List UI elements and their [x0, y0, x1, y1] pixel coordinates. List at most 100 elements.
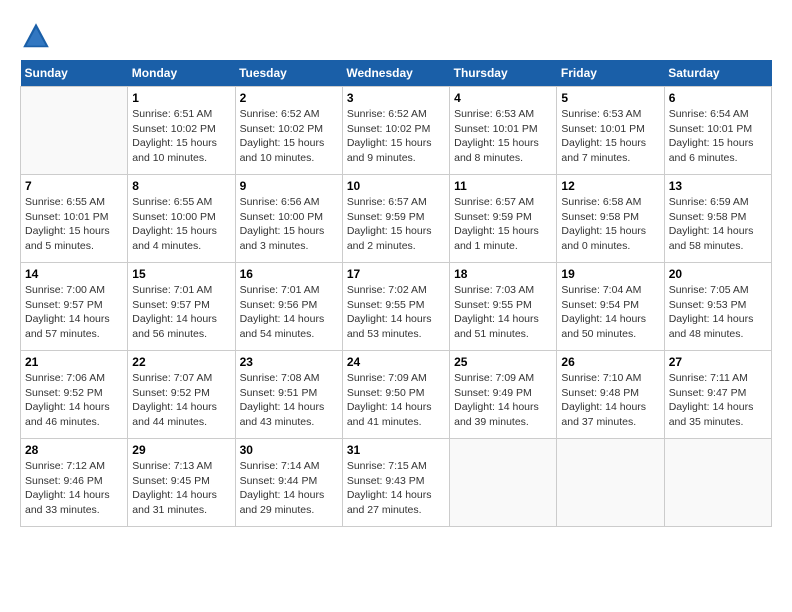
calendar-cell: [557, 439, 664, 527]
weekday-header: Wednesday: [342, 60, 449, 87]
weekday-header: Friday: [557, 60, 664, 87]
day-number: 10: [347, 179, 445, 193]
calendar-cell: 21Sunrise: 7:06 AMSunset: 9:52 PMDayligh…: [21, 351, 128, 439]
weekday-header-row: SundayMondayTuesdayWednesdayThursdayFrid…: [21, 60, 772, 87]
calendar-cell: 29 Sunrise: 7:13 AMSunset: 9:45 PMDayligh…: [128, 439, 235, 527]
calendar-cell: [664, 439, 771, 527]
day-info: Sunrise: 6:59 AMSunset: 9:58 PMDaylight:…: [669, 195, 767, 254]
calendar-cell: 23 Sunrise: 7:08 AMSunset: 9:51 PMDayligh…: [235, 351, 342, 439]
day-number: 15: [132, 267, 230, 281]
day-number: 12: [561, 179, 659, 193]
calendar-cell: 8Sunrise: 6:55 AMSunset: 10:00 PMDayligh…: [128, 175, 235, 263]
calendar-cell: 25 Sunrise: 7:09 AMSunset: 9:49 PMDayligh…: [450, 351, 557, 439]
weekday-header: Monday: [128, 60, 235, 87]
day-info: Sunrise: 7:01 AMSunset: 9:57 PMDaylight:…: [132, 283, 230, 342]
day-info: Sunrise: 6:53 AMSunset: 10:01 PMDaylight…: [561, 107, 659, 166]
logo: [20, 20, 56, 52]
calendar-cell: 15 Sunrise: 7:01 AMSunset: 9:57 PMDayligh…: [128, 263, 235, 351]
logo-icon: [20, 20, 52, 52]
calendar-cell: 12 Sunrise: 6:58 AMSunset: 9:58 PMDayligh…: [557, 175, 664, 263]
calendar-cell: 11 Sunrise: 6:57 AMSunset: 9:59 PMDayligh…: [450, 175, 557, 263]
day-info: Sunrise: 6:57 AMSunset: 9:59 PMDaylight:…: [454, 195, 552, 254]
day-number: 29: [132, 443, 230, 457]
day-info: Sunrise: 6:53 AMSunset: 10:01 PMDaylight…: [454, 107, 552, 166]
day-number: 9: [240, 179, 338, 193]
day-number: 23: [240, 355, 338, 369]
day-number: 2: [240, 91, 338, 105]
calendar-cell: 3Sunrise: 6:52 AMSunset: 10:02 PMDayligh…: [342, 87, 449, 175]
calendar-cell: 6Sunrise: 6:54 AMSunset: 10:01 PMDayligh…: [664, 87, 771, 175]
day-info: Sunrise: 7:11 AMSunset: 9:47 PMDaylight:…: [669, 371, 767, 430]
calendar-cell: 19 Sunrise: 7:04 AMSunset: 9:54 PMDayligh…: [557, 263, 664, 351]
day-number: 18: [454, 267, 552, 281]
day-info: Sunrise: 6:52 AMSunset: 10:02 PMDaylight…: [347, 107, 445, 166]
day-info: Sunrise: 7:02 AMSunset: 9:55 PMDaylight:…: [347, 283, 445, 342]
calendar-cell: 1 Sunrise: 6:51 AMSunset: 10:02 PMDayligh…: [128, 87, 235, 175]
calendar-table: SundayMondayTuesdayWednesdayThursdayFrid…: [20, 60, 772, 527]
day-number: 7: [25, 179, 123, 193]
day-info: Sunrise: 7:10 AMSunset: 9:48 PMDaylight:…: [561, 371, 659, 430]
calendar-cell: 31Sunrise: 7:15 AMSunset: 9:43 PMDayligh…: [342, 439, 449, 527]
calendar-cell: 10 Sunrise: 6:57 AMSunset: 9:59 PMDayligh…: [342, 175, 449, 263]
calendar-cell: 28 Sunrise: 7:12 AMSunset: 9:46 PMDayligh…: [21, 439, 128, 527]
day-info: Sunrise: 7:00 AMSunset: 9:57 PMDaylight:…: [25, 283, 123, 342]
calendar-cell: 20 Sunrise: 7:05 AMSunset: 9:53 PMDayligh…: [664, 263, 771, 351]
calendar-cell: 30 Sunrise: 7:14 AMSunset: 9:44 PMDayligh…: [235, 439, 342, 527]
calendar-cell: 4 Sunrise: 6:53 AMSunset: 10:01 PMDayligh…: [450, 87, 557, 175]
day-number: 1: [132, 91, 230, 105]
day-info: Sunrise: 7:05 AMSunset: 9:53 PMDaylight:…: [669, 283, 767, 342]
calendar-cell: 17 Sunrise: 7:02 AMSunset: 9:55 PMDayligh…: [342, 263, 449, 351]
calendar-week-row: 21Sunrise: 7:06 AMSunset: 9:52 PMDayligh…: [21, 351, 772, 439]
calendar-week-row: 28 Sunrise: 7:12 AMSunset: 9:46 PMDayligh…: [21, 439, 772, 527]
calendar-cell: 9 Sunrise: 6:56 AMSunset: 10:00 PMDayligh…: [235, 175, 342, 263]
day-info: Sunrise: 6:57 AMSunset: 9:59 PMDaylight:…: [347, 195, 445, 254]
day-info: Sunrise: 7:03 AMSunset: 9:55 PMDaylight:…: [454, 283, 552, 342]
day-number: 6: [669, 91, 767, 105]
day-info: Sunrise: 6:55 AMSunset: 10:01 PMDaylight…: [25, 195, 123, 254]
day-number: 16: [240, 267, 338, 281]
calendar-cell: 16 Sunrise: 7:01 AMSunset: 9:56 PMDayligh…: [235, 263, 342, 351]
day-info: Sunrise: 6:56 AMSunset: 10:00 PMDaylight…: [240, 195, 338, 254]
day-number: 13: [669, 179, 767, 193]
day-info: Sunrise: 6:51 AMSunset: 10:02 PMDaylight…: [132, 107, 230, 166]
day-info: Sunrise: 7:08 AMSunset: 9:51 PMDaylight:…: [240, 371, 338, 430]
day-number: 30: [240, 443, 338, 457]
day-info: Sunrise: 7:12 AMSunset: 9:46 PMDaylight:…: [25, 459, 123, 518]
weekday-header: Thursday: [450, 60, 557, 87]
day-number: 11: [454, 179, 552, 193]
day-info: Sunrise: 7:01 AMSunset: 9:56 PMDaylight:…: [240, 283, 338, 342]
day-number: 25: [454, 355, 552, 369]
calendar-cell: 2Sunrise: 6:52 AMSunset: 10:02 PMDayligh…: [235, 87, 342, 175]
day-number: 4: [454, 91, 552, 105]
day-info: Sunrise: 7:07 AMSunset: 9:52 PMDaylight:…: [132, 371, 230, 430]
calendar-cell: 5 Sunrise: 6:53 AMSunset: 10:01 PMDayligh…: [557, 87, 664, 175]
weekday-header: Sunday: [21, 60, 128, 87]
calendar-cell: 18 Sunrise: 7:03 AMSunset: 9:55 PMDayligh…: [450, 263, 557, 351]
day-number: 19: [561, 267, 659, 281]
day-number: 28: [25, 443, 123, 457]
calendar-cell: 7 Sunrise: 6:55 AMSunset: 10:01 PMDayligh…: [21, 175, 128, 263]
day-number: 26: [561, 355, 659, 369]
calendar-cell: 22Sunrise: 7:07 AMSunset: 9:52 PMDayligh…: [128, 351, 235, 439]
day-number: 8: [132, 179, 230, 193]
calendar-cell: [450, 439, 557, 527]
day-info: Sunrise: 7:09 AMSunset: 9:50 PMDaylight:…: [347, 371, 445, 430]
day-info: Sunrise: 7:04 AMSunset: 9:54 PMDaylight:…: [561, 283, 659, 342]
day-number: 14: [25, 267, 123, 281]
calendar-cell: 26 Sunrise: 7:10 AMSunset: 9:48 PMDayligh…: [557, 351, 664, 439]
calendar-cell: 13 Sunrise: 6:59 AMSunset: 9:58 PMDayligh…: [664, 175, 771, 263]
day-number: 27: [669, 355, 767, 369]
day-info: Sunrise: 6:58 AMSunset: 9:58 PMDaylight:…: [561, 195, 659, 254]
day-number: 17: [347, 267, 445, 281]
day-number: 5: [561, 91, 659, 105]
calendar-cell: 14 Sunrise: 7:00 AMSunset: 9:57 PMDayligh…: [21, 263, 128, 351]
day-number: 20: [669, 267, 767, 281]
day-info: Sunrise: 7:09 AMSunset: 9:49 PMDaylight:…: [454, 371, 552, 430]
weekday-header: Tuesday: [235, 60, 342, 87]
day-info: Sunrise: 7:13 AMSunset: 9:45 PMDaylight:…: [132, 459, 230, 518]
day-number: 21: [25, 355, 123, 369]
day-info: Sunrise: 7:14 AMSunset: 9:44 PMDaylight:…: [240, 459, 338, 518]
day-number: 31: [347, 443, 445, 457]
page-header: [20, 20, 772, 52]
calendar-cell: 27 Sunrise: 7:11 AMSunset: 9:47 PMDayligh…: [664, 351, 771, 439]
